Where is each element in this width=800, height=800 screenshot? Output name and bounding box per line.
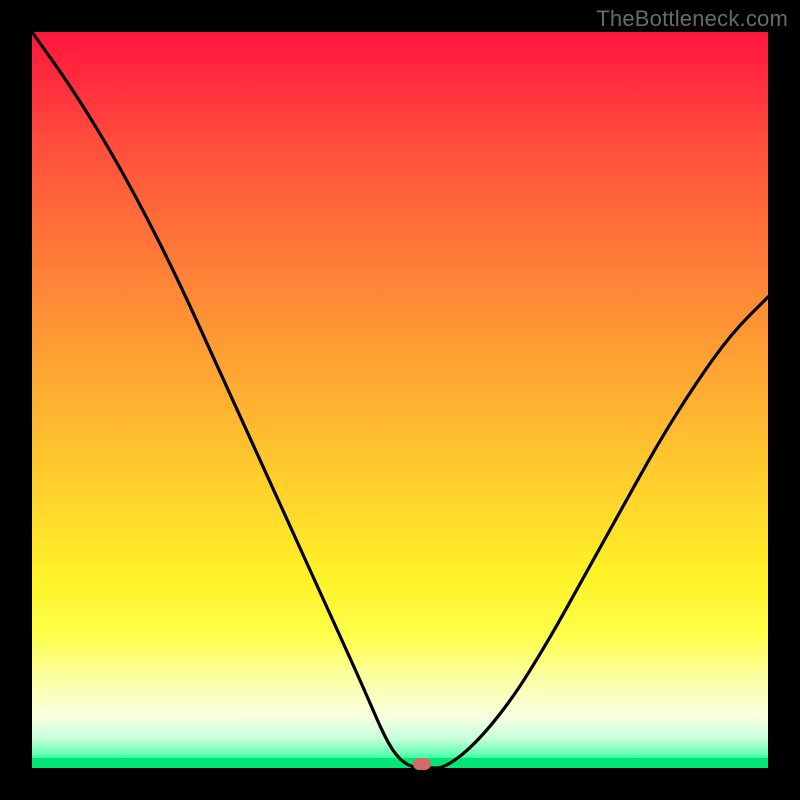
current-point-marker: [413, 758, 431, 770]
chart-frame: TheBottleneck.com: [0, 0, 800, 800]
bottleneck-curve: [32, 32, 768, 768]
watermark-text: TheBottleneck.com: [596, 6, 788, 32]
